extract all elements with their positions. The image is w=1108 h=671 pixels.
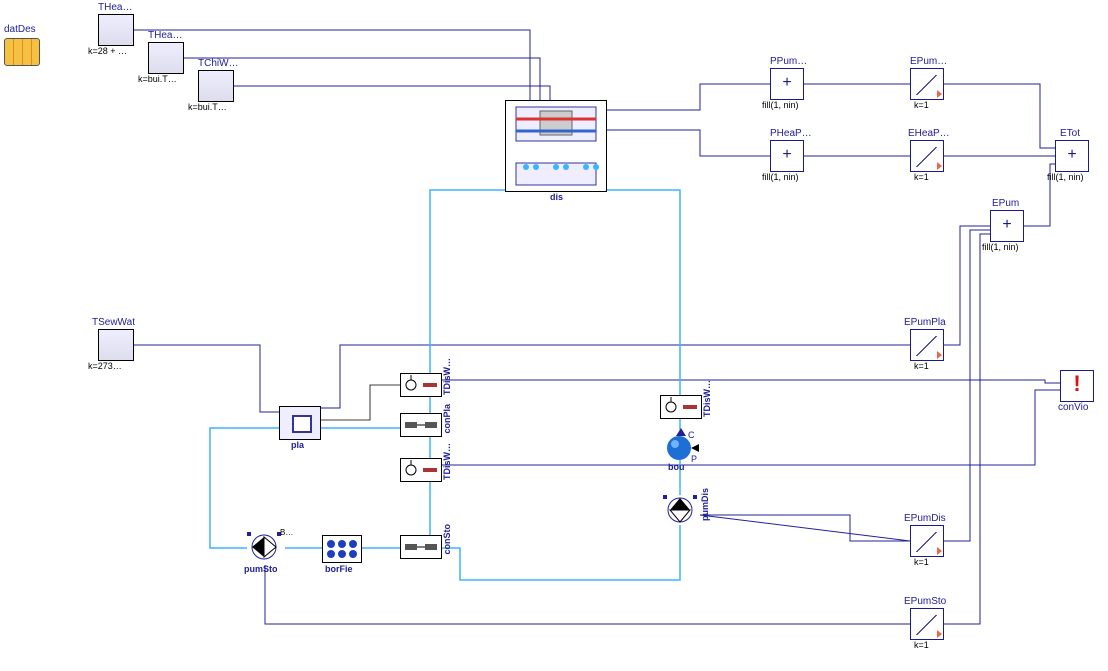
EPum-sub: fill(1, nin) [982,242,1019,252]
borefield-icon [323,536,361,562]
datDes-block[interactable] [4,38,40,66]
TChiW-block[interactable] [198,70,234,102]
borFie-label: borFie [325,564,353,574]
dis-block[interactable] [505,100,607,192]
pump-icon [663,495,697,525]
THea-label: THea… [98,2,132,13]
pumDis-label: pumDis [700,488,710,521]
PHeaP-block[interactable]: + [770,140,804,172]
EPumSto-label: EPumSto [904,596,946,607]
TChiW-param: k=bui.T… [188,102,227,112]
dis-label: dis [550,192,563,202]
TSewWat-label: TSewWat [92,317,135,328]
EPumDis-sub: k=1 [914,557,929,567]
TDisWSup-block[interactable] [400,373,442,397]
pumSto-block[interactable] [247,532,281,562]
conPla-block[interactable] [400,413,442,437]
bou-block[interactable]: C P [665,432,695,460]
EPumDis-label: EPumDis [904,513,946,524]
borFie-block[interactable] [322,535,362,563]
TDisWJun-block[interactable] [660,395,702,419]
TDisWJun-label: TDisW… [702,380,712,417]
EHeaP-sub: k=1 [914,172,929,182]
ETot-label: ETot [1060,128,1080,139]
PPum-sub: fill(1, nin) [762,100,799,110]
temp-sensor-icon [401,459,441,481]
EPumPla-block[interactable] [910,329,944,361]
temp-sensor-icon [401,374,441,396]
PHeaP-label: PHeaP… [770,128,812,139]
THea2-block[interactable] [148,42,184,74]
THea2-label: THea… [148,30,182,41]
conVio-label: conVio [1058,402,1088,413]
EPumDis-block[interactable] [910,525,944,557]
pla-block[interactable] [279,406,321,440]
conSto-block[interactable] [400,535,442,559]
ETot-block[interactable]: + [1055,140,1089,172]
conVio-block[interactable]: ! [1060,370,1094,402]
conPla-label: conPla [442,404,452,434]
EPum-label: EPum [992,198,1019,209]
junction-icon [401,414,441,436]
ETot-sub: fill(1, nin) [1047,172,1084,182]
TSewWat-block[interactable] [98,329,134,361]
EPum_-label: EPum… [910,56,947,67]
conSto-label: conSto [442,524,452,555]
boundary-icon: C P [661,426,701,462]
pumDis-block[interactable] [663,495,697,525]
dis-icon [506,101,606,191]
EPum-block[interactable]: + [990,210,1024,242]
EHeaP-label: EHeaP… [908,128,950,139]
TDisWRet-block[interactable] [400,458,442,482]
THea2-param: k=bui.T… [138,74,177,84]
bou-label: bou [668,462,685,472]
pump-icon [247,532,281,562]
EPumPla-label: EPumPla [904,317,946,328]
EPum_-block[interactable] [910,68,944,100]
PPum-block[interactable]: + [770,68,804,100]
EHeaP-block[interactable] [910,140,944,172]
PPum-label: PPum… [770,56,807,67]
svg-text:P: P [691,454,697,462]
TDisWRet-label: TDisW… [442,443,452,480]
svg-text:C: C [688,430,695,440]
EPumSto-sub: k=1 [914,640,929,650]
datDes-label: datDes [4,24,36,35]
PHeaP-sub: fill(1, nin) [762,172,799,182]
EPum_-sub: k=1 [914,100,929,110]
pumSto-label: pumSto [244,564,278,574]
EPumSto-block[interactable] [910,608,944,640]
TChiW-label: TChiW… [198,58,239,69]
pla-label: pla [291,440,304,450]
TSewWat-param: k=273… [88,361,122,371]
temp-sensor-icon [661,396,701,418]
junction-icon [401,536,441,558]
TDisWSup-label: TDisW… [442,358,452,395]
pumSto-BR: B… [280,528,293,537]
EPumPla-sub: k=1 [914,361,929,371]
THea-block[interactable] [98,14,134,46]
THea-param: k=28 + … [88,46,127,56]
